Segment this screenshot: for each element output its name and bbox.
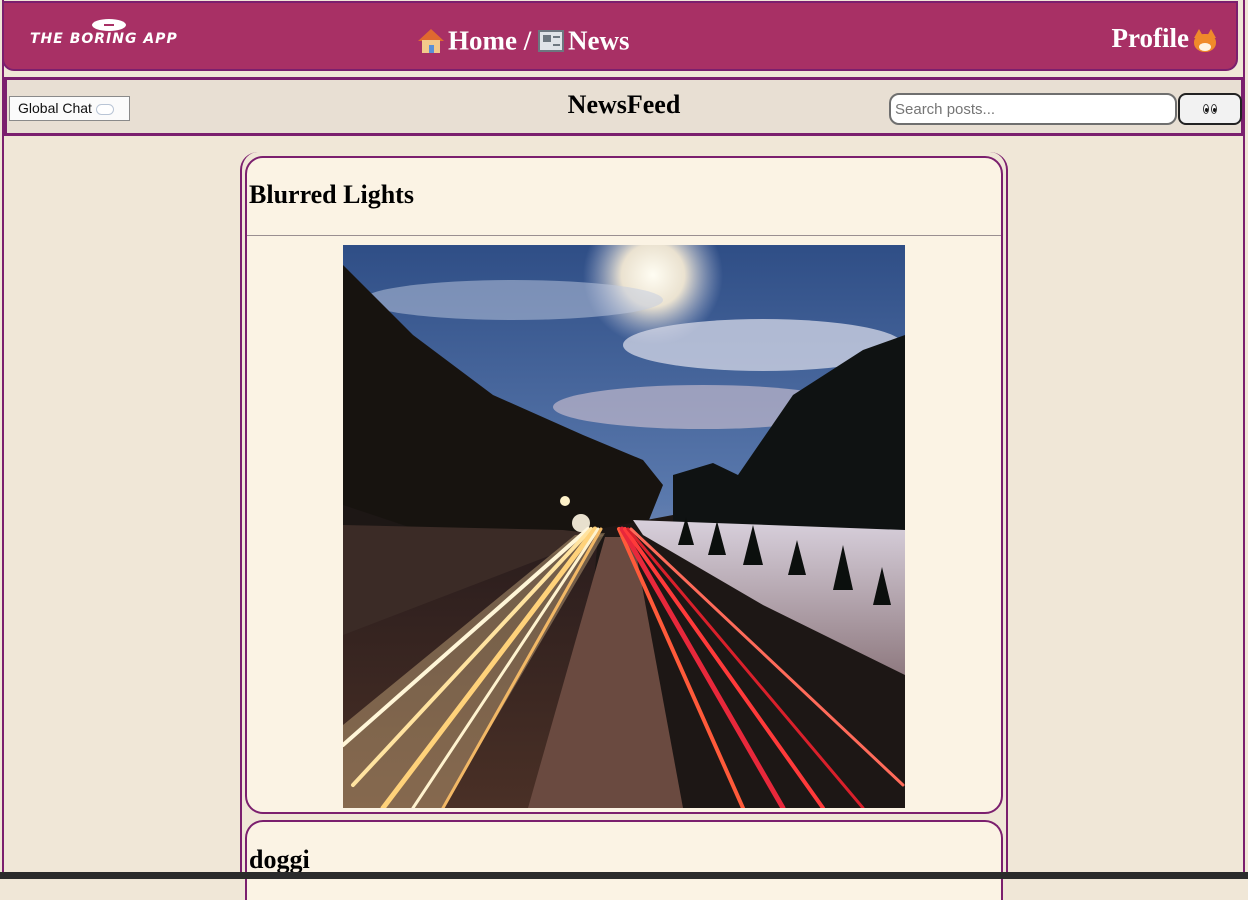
taskbar-edge <box>0 872 1248 879</box>
app-logo[interactable]: THE BORING APP <box>30 19 190 53</box>
eyes-icon <box>1202 103 1218 114</box>
logo-text: THE BORING APP <box>30 31 178 47</box>
breadcrumb-separator: / <box>523 25 532 56</box>
fox-icon <box>1192 28 1218 53</box>
post-title[interactable]: Blurred Lights <box>249 180 414 210</box>
top-navbar: THE BORING APP Home / News Profile <box>2 1 1238 71</box>
post-card: doggi <box>245 820 1003 900</box>
breadcrumb: Home / News <box>418 23 630 56</box>
profile-link[interactable]: Profile <box>1112 23 1218 54</box>
search-button[interactable] <box>1178 93 1242 125</box>
logo-mark-icon <box>92 19 126 31</box>
global-chat-button[interactable]: Global Chat <box>9 96 130 121</box>
profile-label: Profile <box>1111 23 1189 53</box>
post-divider <box>247 235 1001 236</box>
search-input[interactable] <box>889 93 1177 125</box>
post-title[interactable]: doggi <box>249 845 310 875</box>
breadcrumb-news-link[interactable]: News <box>568 25 630 55</box>
breadcrumb-home-link[interactable]: Home <box>448 25 517 55</box>
global-chat-label: Global Chat <box>18 100 92 116</box>
cloud-icon <box>95 103 114 115</box>
house-icon <box>418 28 444 53</box>
post-image[interactable] <box>343 245 905 808</box>
newspaper-icon <box>538 29 564 52</box>
post-card: Blurred Lights <box>245 156 1003 814</box>
feed-toolbar: Global Chat NewsFeed <box>4 77 1244 136</box>
